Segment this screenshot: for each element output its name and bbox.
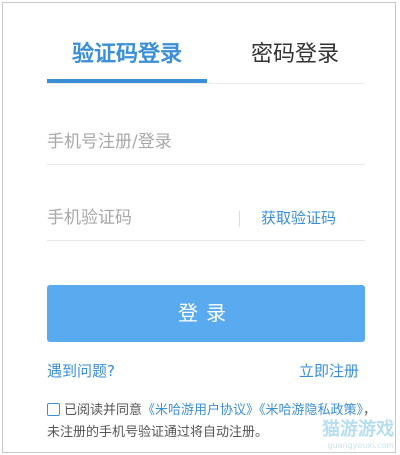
privacy-policy-link[interactable]: 《米哈游隐私政策》 xyxy=(259,403,363,418)
login-tabs: 验证码登录 密码登录 xyxy=(47,33,365,85)
watermark-url: guangyouxi.com xyxy=(327,441,394,450)
login-button[interactable]: 登录 xyxy=(47,285,365,342)
tab-divider xyxy=(47,83,365,84)
tab-password-login[interactable]: 密码登录 xyxy=(225,37,365,73)
code-field-separator xyxy=(239,211,240,227)
get-code-button[interactable]: 获取验证码 xyxy=(261,207,336,229)
phone-field xyxy=(47,119,365,165)
login-dialog: 验证码登录 密码登录 获取验证码 登录 遇到问题? 立即注册 已阅读并同意《米哈… xyxy=(2,2,396,453)
help-link[interactable]: 遇到问题? xyxy=(47,360,115,382)
agreement-checkbox[interactable] xyxy=(47,403,60,416)
site-watermark: 猫游游戏 guangyouxi.com xyxy=(310,419,398,453)
code-field: 获取验证码 xyxy=(47,195,365,241)
phone-input[interactable] xyxy=(47,129,365,155)
verification-code-input[interactable] xyxy=(47,205,227,231)
register-link[interactable]: 立即注册 xyxy=(299,360,359,382)
watermark-text: 猫游游戏 xyxy=(322,419,394,440)
agreement-prefix: 已阅读并同意 xyxy=(64,403,143,418)
user-agreement-link[interactable]: 《米哈游用户协议》 xyxy=(142,403,259,418)
tab-sms-login[interactable]: 验证码登录 xyxy=(47,37,207,73)
